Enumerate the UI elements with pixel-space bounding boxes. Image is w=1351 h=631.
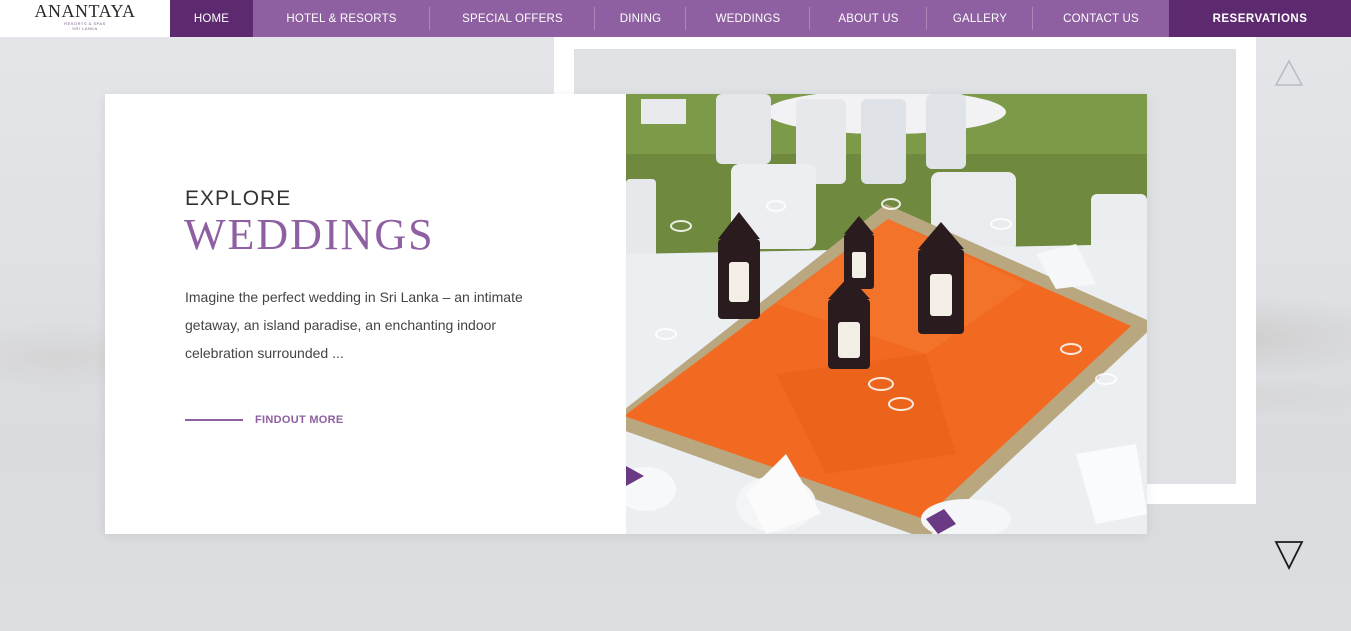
nav-item-contact-us[interactable]: CONTACT US <box>1033 0 1169 37</box>
cta-label: FINDOUT MORE <box>255 414 344 426</box>
hero-eyebrow: EXPLORE <box>185 187 292 210</box>
main-nav: HOME HOTEL & RESORTS SPECIAL OFFERS DINI… <box>170 0 1169 37</box>
reservations-label: RESERVATIONS <box>1212 12 1308 25</box>
brand-logo[interactable]: ANANTAYA RESORTS & SPAS SRI LANKA <box>0 0 170 37</box>
nav-item-dining[interactable]: DINING <box>595 0 686 37</box>
wedding-table-illustration <box>626 94 1147 534</box>
triangle-up-icon[interactable] <box>1274 59 1304 87</box>
brand-name: ANANTAYA <box>34 1 136 21</box>
nav-item-label: HOME <box>193 12 230 25</box>
nav-item-hotel-resorts[interactable]: HOTEL & RESORTS <box>253 0 430 37</box>
nav-item-label: SPECIAL OFFERS <box>462 12 563 25</box>
nav-item-label: GALLERY <box>952 12 1008 25</box>
nav-item-weddings[interactable]: WEDDINGS <box>686 0 810 37</box>
nav-item-label: DINING <box>619 12 662 25</box>
brand-location: SRI LANKA <box>72 26 98 31</box>
nav-item-label: WEDDINGS <box>715 12 781 25</box>
nav-item-label: ABOUT US <box>838 12 899 25</box>
hero-description: Imagine the perfect wedding in Sri Lanka… <box>185 289 523 361</box>
nav-item-special-offers[interactable]: SPECIAL OFFERS <box>430 0 595 37</box>
hero-card: EXPLORE WEDDINGS Imagine the perfect wed… <box>105 94 1147 534</box>
hero-title: WEDDINGS <box>184 210 435 259</box>
hero-text-panel: EXPLORE WEDDINGS Imagine the perfect wed… <box>105 94 626 534</box>
wedding-table-photo <box>626 94 1147 534</box>
nav-item-home[interactable]: HOME <box>170 0 253 37</box>
site-header: ANANTAYA RESORTS & SPAS SRI LANKA HOME H… <box>0 0 1351 37</box>
findout-more-link[interactable]: FINDOUT MORE <box>185 414 344 426</box>
nav-item-about-us[interactable]: ABOUT US <box>810 0 927 37</box>
reservations-button[interactable]: RESERVATIONS <box>1169 0 1351 37</box>
nav-item-label: HOTEL & RESORTS <box>286 12 397 25</box>
cta-line <box>185 419 243 421</box>
nav-item-gallery[interactable]: GALLERY <box>927 0 1033 37</box>
nav-item-label: CONTACT US <box>1063 12 1139 25</box>
triangle-down-icon[interactable] <box>1274 540 1304 571</box>
